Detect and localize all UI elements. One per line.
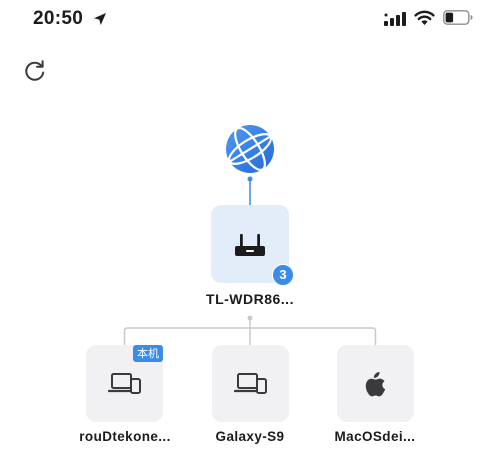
laptop-phone-icon xyxy=(108,373,141,394)
router-name: TL-WDR86... xyxy=(206,291,294,307)
device-name: MacOSdei... xyxy=(334,429,416,444)
connected-count-badge: 3 xyxy=(272,264,294,286)
device-card[interactable] xyxy=(337,345,414,422)
device-name: rouDtekone... xyxy=(79,429,171,444)
globe-icon xyxy=(226,125,274,173)
apple-icon xyxy=(365,372,386,397)
router-card[interactable]: 3 xyxy=(211,205,294,286)
this-device-tag: 本机 xyxy=(133,345,163,362)
device-name: Galaxy-S9 xyxy=(215,429,285,444)
device-card[interactable] xyxy=(212,345,289,422)
laptop-phone-icon xyxy=(234,373,267,394)
router-icon xyxy=(235,234,265,256)
